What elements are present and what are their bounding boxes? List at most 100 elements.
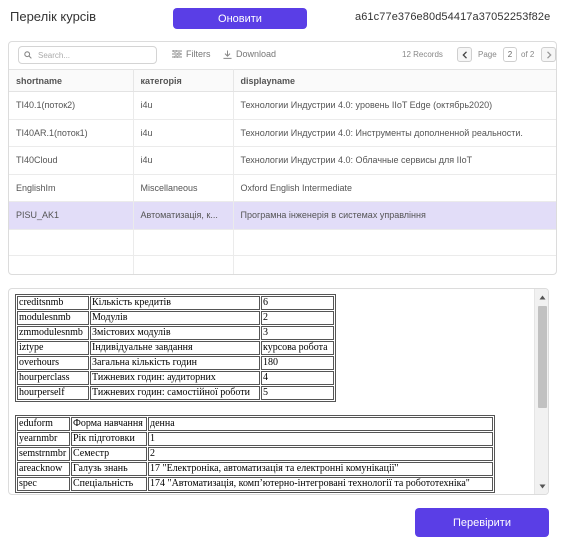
page-total: of 2: [521, 50, 535, 59]
kv-label: Індивідуальне завдання: [90, 341, 260, 355]
kv-key: modulesnmb: [17, 311, 89, 325]
empty-cell: [133, 229, 234, 256]
kv-label: Спеціальність: [71, 477, 147, 491]
table-row[interactable]: TI40.1(поток2) i4u Технологии Индустрии …: [9, 91, 556, 120]
kv-key: areacknow: [17, 462, 70, 476]
kv-label: Форма навчання: [71, 417, 147, 431]
column-header-displayname[interactable]: displayname: [233, 69, 556, 92]
cell-displayname: Технологии Индустрии 4.0: уровень IIoT E…: [233, 91, 556, 120]
courses-table: shortname категорія displayname TI40.1(п…: [9, 69, 556, 274]
kv-key: overhours: [17, 356, 89, 370]
table-row: zmmodulesnmb Змістових модулів 3: [17, 326, 334, 340]
check-button[interactable]: Перевірити: [415, 508, 549, 537]
filters-button[interactable]: Filters: [172, 49, 211, 59]
search-icon: [24, 51, 32, 59]
kv-key: hourperclass: [17, 371, 89, 385]
kv-label: Змістових модулів: [90, 326, 260, 340]
kv-value: 174 "Автоматизація, комп’ютерно-інтегров…: [148, 477, 493, 491]
column-header-category[interactable]: категорія: [133, 69, 234, 92]
prev-page-button[interactable]: [457, 47, 472, 62]
page-number-input[interactable]: 2: [503, 47, 517, 62]
kv-label: Модулів: [90, 311, 260, 325]
kv-key: eduform: [17, 417, 70, 431]
arrow-up-icon: [539, 295, 545, 299]
course-details-content: creditsnmb Кількість кредитів 6 modulesn…: [9, 289, 534, 494]
kv-label: Кількість кредитів: [90, 296, 260, 310]
cell-displayname: Програмна інженерія в системах управлінн…: [233, 201, 556, 230]
download-icon: [223, 49, 232, 59]
table-row[interactable]: TI40Cloud i4u Технологии Индустрии 4.0: …: [9, 146, 556, 175]
table-row: yearnmbr Рік підготовки 1: [17, 432, 493, 446]
table-row: hourperclass Тижневих годин: аудиторних …: [17, 371, 334, 385]
kv-value: курсова робота: [261, 341, 334, 355]
cell-shortname: TI40Cloud: [9, 146, 134, 175]
table-row: spec Спеціальність 174 "Автоматизація, к…: [17, 477, 493, 491]
cell-category: i4u: [133, 91, 234, 120]
courses-grid: Filters Download 12 Records Page 2 of 2: [8, 41, 557, 275]
table-row: creditsnmb Кількість кредитів 6: [17, 296, 334, 310]
scroll-up-button[interactable]: [535, 290, 548, 304]
kv-key: creditsnmb: [17, 296, 89, 310]
download-label: Download: [236, 49, 277, 59]
cell-shortname: EnglishIm: [9, 174, 134, 202]
kv-label: Семестр: [71, 447, 147, 461]
refresh-button[interactable]: Оновити: [173, 8, 307, 29]
kv-value: 2: [148, 447, 493, 461]
table-header-row: shortname категорія displayname: [9, 69, 556, 92]
kv-value: 3: [261, 326, 334, 340]
kv-value: 180: [261, 356, 334, 370]
cell-displayname: Технологии Индустрии 4.0: Инструменты до…: [233, 119, 556, 147]
table-row: semstrnmbr Семестр 2: [17, 447, 493, 461]
table-row[interactable]: TI40AR.1(поток1) i4u Технологии Индустри…: [9, 119, 556, 147]
cell-category: i4u: [133, 119, 234, 147]
empty-row: [9, 255, 556, 274]
cell-category: i4u: [133, 146, 234, 175]
kv-value: денна: [148, 417, 493, 431]
kv-value: 6: [261, 296, 334, 310]
kv-value: 1: [148, 432, 493, 446]
session-hash: a61c77e376e80d54417a37052253f82e: [355, 11, 551, 23]
course-details-panel: creditsnmb Кількість кредитів 6 modulesn…: [8, 288, 549, 495]
grid-toolbar: Filters Download 12 Records Page 2 of 2: [9, 42, 556, 69]
cell-shortname: TI40AR.1(поток1): [9, 119, 134, 147]
kv-value: 2: [261, 311, 334, 325]
cell-displayname: Oxford English Intermediate: [233, 174, 556, 202]
kv-key: hourperself: [17, 386, 89, 400]
scroll-down-button[interactable]: [535, 479, 548, 493]
records-count: 12 Records: [402, 50, 443, 59]
kv-key: zmmodulesnmb: [17, 326, 89, 340]
kv-label: Загальна кількість годин: [90, 356, 260, 370]
page-title: Перелік курсів: [10, 9, 97, 24]
next-page-button[interactable]: [541, 47, 556, 62]
cell-category: Miscellaneous: [133, 174, 234, 202]
empty-cell: [233, 229, 556, 256]
empty-cell: [133, 255, 234, 274]
filters-label: Filters: [186, 49, 211, 59]
table-row-selected[interactable]: PISU_AK1 Автоматизація, к... Програмна і…: [9, 201, 556, 230]
search-input[interactable]: [36, 49, 146, 61]
kv-key: spec: [17, 477, 70, 491]
filter-icon: [172, 50, 182, 58]
chevron-left-icon: [461, 50, 467, 59]
kv-key: yearnmbr: [17, 432, 70, 446]
column-header-shortname[interactable]: shortname: [9, 69, 134, 92]
download-button[interactable]: Download: [223, 49, 276, 59]
kv-label: Тижневих годин: самостійної роботи: [90, 386, 260, 400]
table-row: iztype Індивідуальне завдання курсова ро…: [17, 341, 334, 355]
arrow-down-icon: [539, 484, 545, 488]
table-row[interactable]: EnglishIm Miscellaneous Oxford English I…: [9, 174, 556, 202]
course-hours-table: creditsnmb Кількість кредитів 6 modulesn…: [15, 294, 336, 402]
kv-label: Рік підготовки: [71, 432, 147, 446]
scroll-thumb[interactable]: [538, 306, 547, 408]
table-row: hourperself Тижневих годин: самостійної …: [17, 386, 334, 400]
chevron-right-icon: [546, 50, 552, 59]
kv-key: iztype: [17, 341, 89, 355]
kv-key: semstrnmbr: [17, 447, 70, 461]
details-scrollbar[interactable]: [534, 289, 548, 494]
empty-cell: [233, 255, 556, 274]
page-label: Page: [478, 50, 497, 59]
kv-value: 5: [261, 386, 334, 400]
empty-cell: [9, 255, 134, 274]
search-box[interactable]: [18, 46, 157, 64]
table-row: overhours Загальна кількість годин 180: [17, 356, 334, 370]
